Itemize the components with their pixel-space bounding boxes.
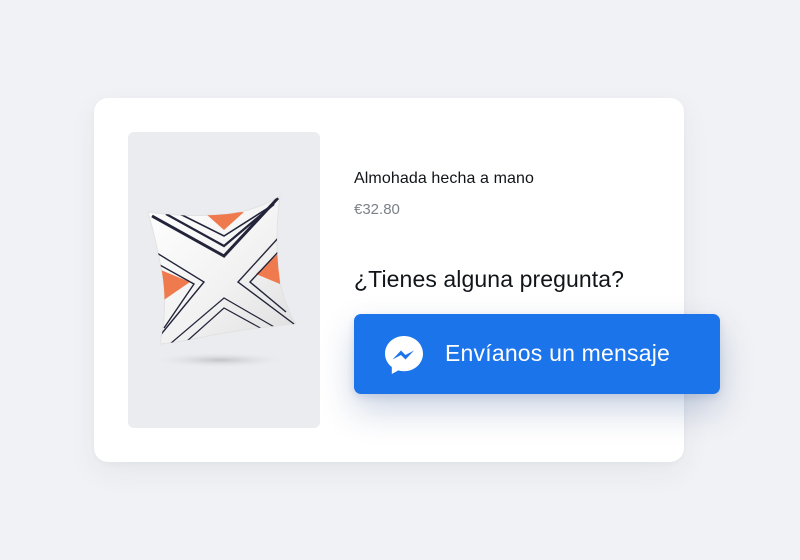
send-message-label: Envíanos un mensaje — [445, 340, 670, 366]
product-name: Almohada hecha a mano — [354, 170, 534, 187]
messenger-icon — [385, 336, 423, 374]
send-message-button[interactable]: Envíanos un mensaje — [354, 314, 720, 394]
product-image[interactable] — [128, 132, 320, 428]
product-card: Almohada hecha a mano €32.80 ¿Tienes alg… — [94, 98, 684, 462]
question-heading: ¿Tienes alguna pregunta? — [354, 266, 625, 292]
pillow-illustration — [147, 195, 297, 368]
pillow-shadow — [150, 352, 290, 368]
product-price: €32.80 — [354, 201, 400, 218]
